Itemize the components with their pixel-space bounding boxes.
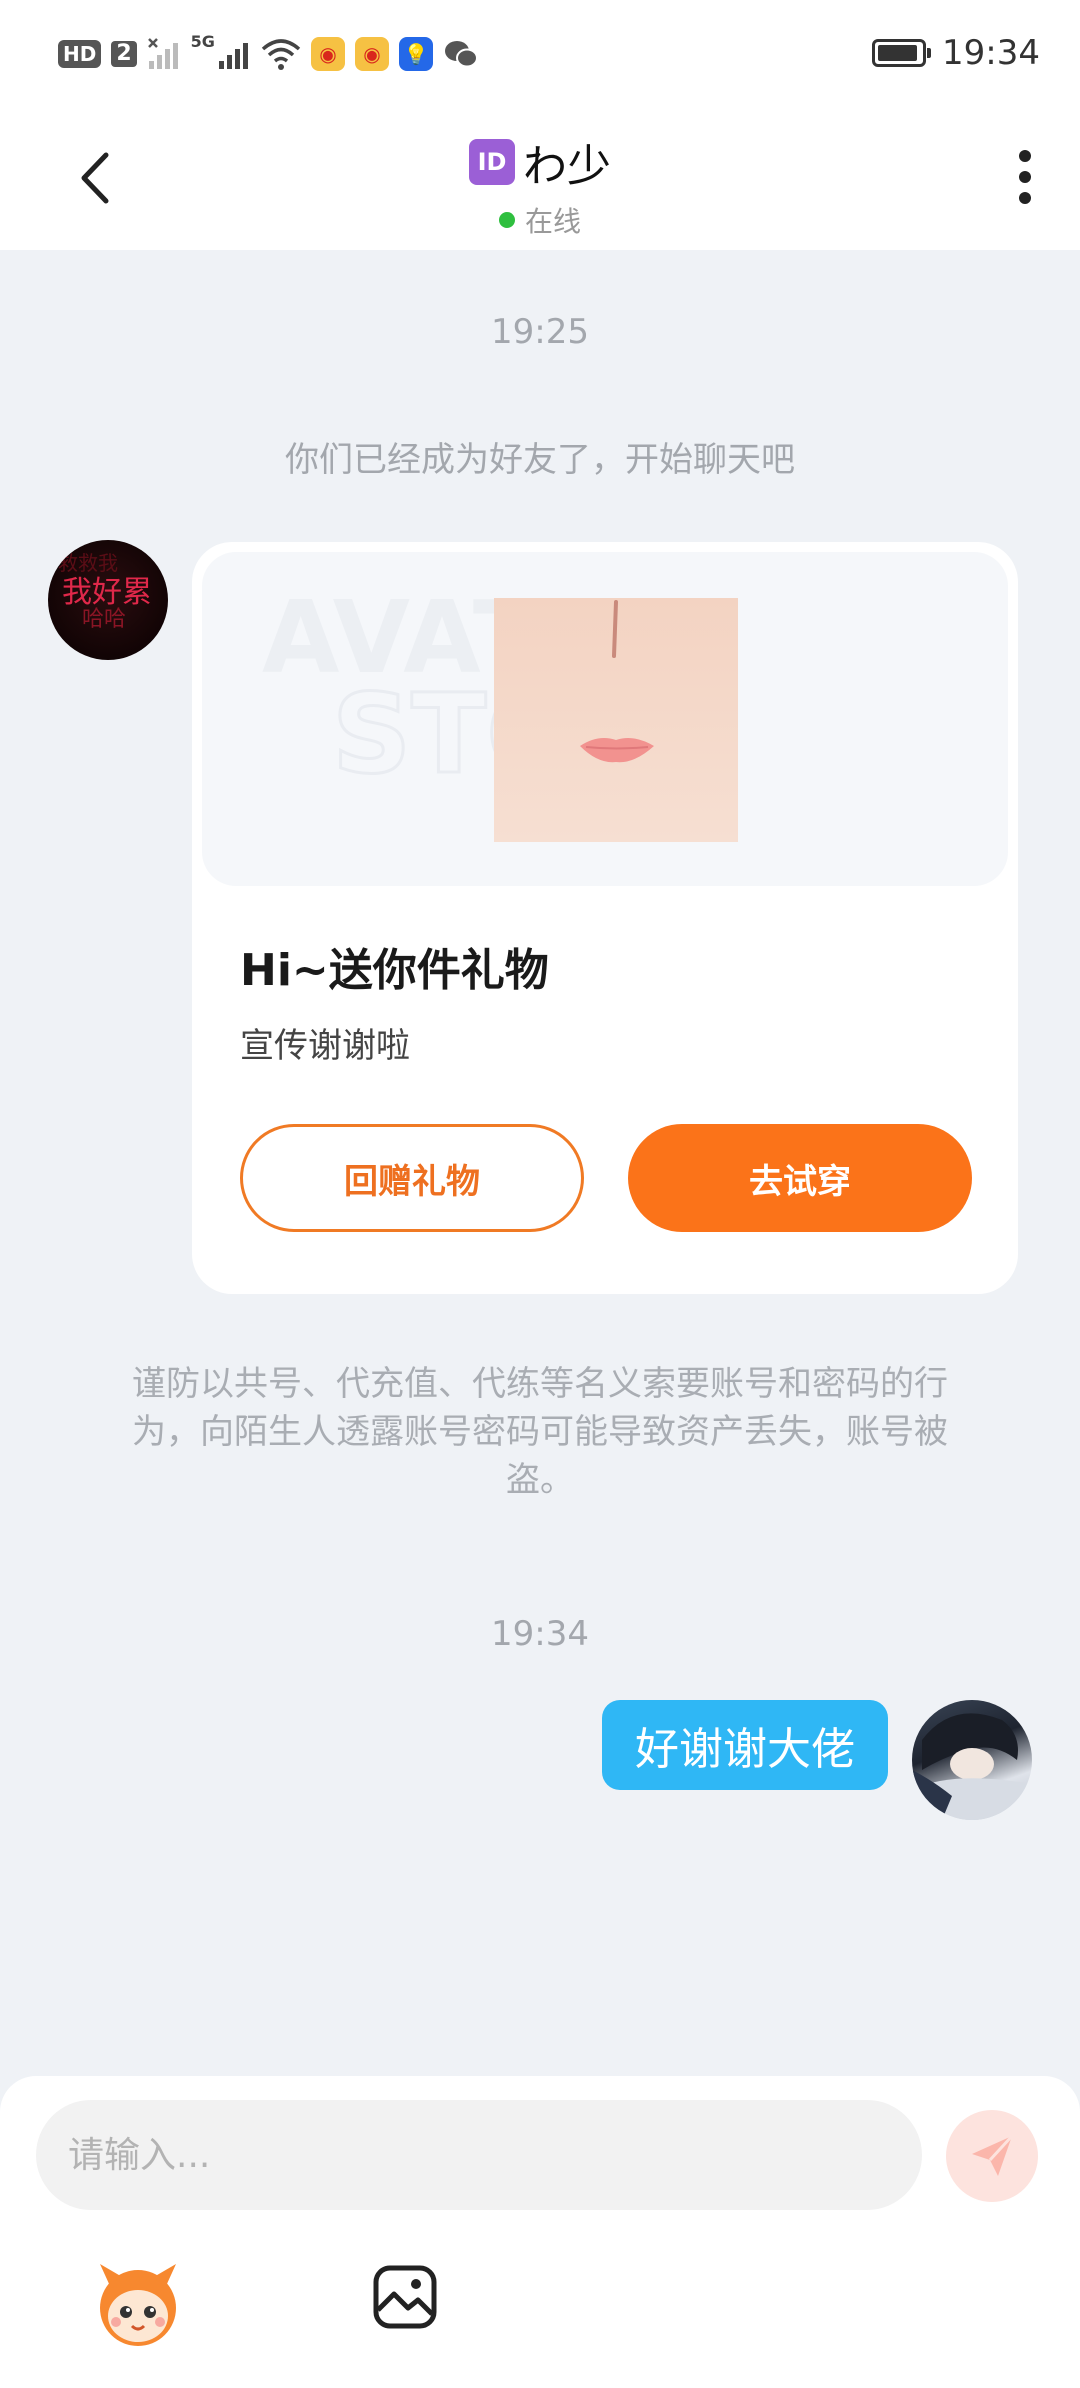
chat-header: ID わ少 在线: [0, 100, 1080, 250]
message-input[interactable]: [36, 2100, 922, 2210]
wechat-icon: [444, 41, 478, 68]
message-timestamp: 19:25: [491, 312, 589, 352]
status-icons-right: 19:34: [872, 30, 1040, 76]
battery-icon: [872, 39, 932, 67]
my-avatar[interactable]: [912, 1700, 1032, 1820]
image-icon: [373, 2265, 437, 2329]
gift-subtitle: 宣传谢谢啦: [240, 1026, 410, 1066]
contact-avatar-image: 我好累 哈哈 救救我: [58, 551, 152, 632]
status-icons-left: HD 2 5G ◉ ◉ 💡: [58, 32, 479, 76]
try-on-button[interactable]: 去试穿: [628, 1124, 972, 1232]
svg-text:救救我: 救救我: [58, 551, 118, 575]
gift-title: Hi~送你件礼物: [240, 945, 549, 996]
contact-name: わ少: [523, 141, 611, 192]
sim-indicator: 2: [111, 41, 137, 67]
contact-title-row: ID わ少: [469, 130, 611, 194]
gift-item-image: [494, 598, 738, 842]
gift-image-area: AVATAR STORE: [202, 552, 1008, 886]
mascot-emoji-icon: [100, 2264, 176, 2346]
more-button[interactable]: [1000, 142, 1050, 212]
contact-title: ID わ少 在线: [0, 130, 1080, 240]
image-button[interactable]: [370, 2262, 440, 2332]
status-time: 19:34: [942, 33, 1040, 73]
network-type-label: 5G: [190, 32, 215, 51]
signal-off-icon: [147, 38, 178, 69]
return-gift-button[interactable]: 回赠礼物: [240, 1124, 584, 1232]
svg-text:哈哈: 哈哈: [82, 607, 126, 632]
gift-card[interactable]: AVATAR STORE Hi~送你件礼物 宣传谢谢啦 回赠礼物 去试穿: [192, 542, 1018, 1294]
security-warning: 谨防以共号、代充值、代练等名义索要账号和密码的行为，向陌生人透露账号密码可能导致…: [132, 1364, 948, 1500]
input-panel: [0, 2076, 1080, 2388]
contact-avatar[interactable]: 我好累 哈哈 救救我: [48, 540, 168, 660]
lightbulb-app-icon: 💡: [398, 37, 433, 71]
emoji-button[interactable]: [90, 2256, 186, 2352]
weibo-app-icon: ◉: [310, 37, 345, 71]
send-button[interactable]: [946, 2110, 1038, 2202]
signal-icon: [218, 43, 248, 69]
online-status-text: 在线: [524, 205, 581, 238]
svg-text:我好累: 我好累: [62, 575, 152, 610]
outgoing-message-bubble[interactable]: 好谢谢大佬: [602, 1700, 888, 1790]
online-dot: [498, 212, 515, 228]
send-paper-plane-icon: [972, 2134, 1014, 2176]
id-badge: ID: [469, 139, 515, 185]
my-avatar-image: [912, 1713, 1032, 1820]
hd-indicator: HD: [58, 40, 102, 68]
face-item-icon: [494, 598, 738, 842]
weibo-app-icon-2: ◉: [354, 37, 389, 71]
message-timestamp-2: 19:34: [491, 1614, 589, 1654]
online-status: 在线: [0, 200, 1080, 240]
more-vertical-icon: [1019, 150, 1031, 204]
system-message: 你们已经成为好友了，开始聊天吧: [285, 440, 795, 480]
status-bar: HD 2 5G ◉ ◉ 💡 19:34: [0, 0, 1080, 100]
wifi-icon: [261, 39, 301, 70]
